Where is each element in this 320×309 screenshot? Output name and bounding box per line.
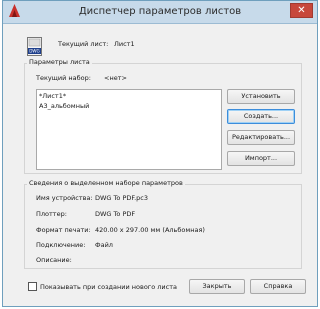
modify-button[interactable]: Редактировать... — [227, 130, 295, 145]
import-button[interactable]: Импорт... — [227, 151, 295, 166]
plot-size-label: Формат печати: — [36, 226, 91, 234]
show-on-new-layout-label[interactable]: Показывать при создании нового листа — [40, 283, 177, 291]
plotter-value: DWG To PDF — [95, 210, 136, 218]
current-set-label: Текущий набор: — [36, 74, 91, 82]
window-title: Диспетчер параметров листов — [78, 6, 242, 17]
list-item[interactable]: A3_альбомный — [39, 102, 89, 110]
title-bar[interactable]: Диспетчер параметров листов ✕ — [3, 1, 317, 24]
current-set-value: <нет> — [104, 74, 127, 82]
page-setups-group-title: Параметры листа — [27, 58, 92, 66]
device-name-label: Имя устройства: — [36, 194, 93, 202]
current-sheet-value: Лист1 — [114, 40, 135, 48]
dwg-icon-label: DWG — [29, 49, 40, 54]
where-value: Файл — [95, 241, 113, 249]
plotter-label: Плоттер: — [36, 210, 67, 218]
new-button[interactable]: Создать... — [227, 109, 295, 124]
device-name-value: DWG To PDF.pc3 — [95, 194, 148, 202]
close-button[interactable]: ✕ — [290, 3, 313, 18]
set-current-button[interactable]: Установить — [227, 89, 295, 104]
current-sheet-label: Текущий лист: — [58, 40, 109, 48]
plot-size-value: 420.00 x 297.00 мм (Альбомная) — [95, 226, 205, 234]
where-label: Подключение: — [36, 241, 86, 249]
show-on-new-layout-checkbox[interactable] — [28, 282, 37, 291]
list-item[interactable]: *Лист1* — [39, 92, 66, 100]
dwg-file-icon: DWG — [27, 37, 42, 56]
page-setup-manager-dialog: Диспетчер параметров листов ✕ DWG Текущи… — [2, 0, 318, 307]
page-setups-list[interactable]: *Лист1* A3_альбомный — [36, 89, 222, 170]
details-group-title: Сведения о выделенном наборе параметров — [27, 179, 185, 187]
help-button[interactable]: Справка — [250, 279, 306, 294]
close-dialog-button[interactable]: Закрыть — [189, 279, 245, 294]
description-label: Описание: — [36, 256, 72, 264]
